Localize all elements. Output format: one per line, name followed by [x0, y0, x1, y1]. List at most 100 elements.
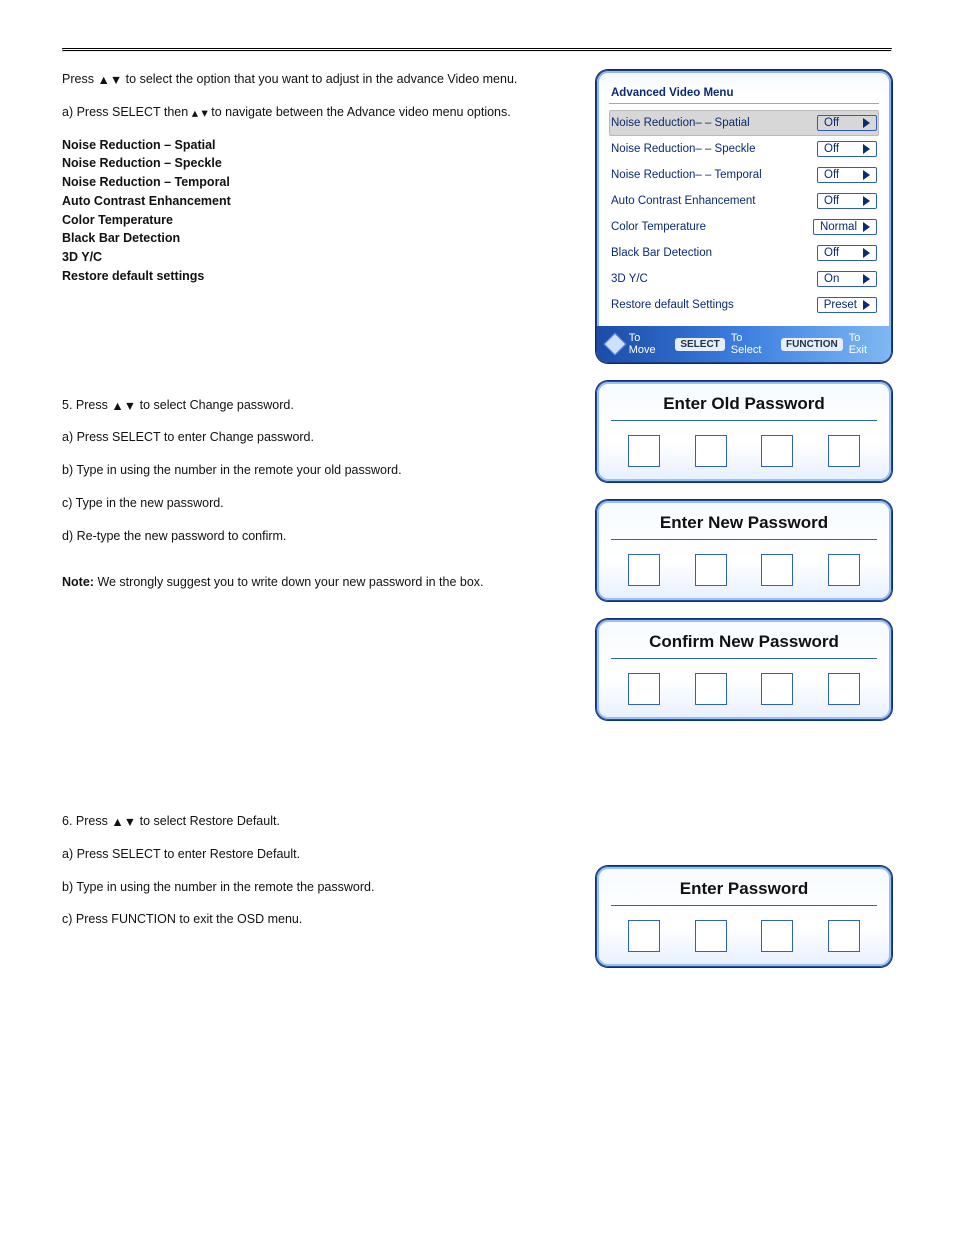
pwd-enter-title: Enter Password — [611, 877, 877, 906]
chevron-right-icon — [863, 222, 870, 232]
advanced-item: Noise Reduction – Temporal — [62, 173, 578, 192]
osd-row-label: Auto Contrast Enhancement — [611, 195, 755, 207]
block1-sub-b: to navigate between the Advance video me… — [211, 105, 511, 119]
osd-row[interactable]: Auto Contrast Enhancement Off — [609, 188, 879, 214]
osd-row-label: 3D Y/C — [611, 273, 648, 285]
osd-row-value-text: Off — [824, 143, 839, 155]
instruction-line: b) Type in using the number in the remot… — [62, 461, 578, 480]
osd-row[interactable]: Noise Reduction– – Spatial Off — [609, 110, 879, 136]
block3-press-prefix: Press — [76, 814, 111, 828]
osd-row[interactable]: Noise Reduction– – SpeckleOff — [609, 136, 879, 162]
password-digit[interactable] — [761, 673, 793, 705]
block2-step: 5. — [62, 398, 72, 412]
pwd-confirm-title: Confirm New Password — [611, 630, 877, 659]
password-digit[interactable] — [828, 920, 860, 952]
footer-exit: To Exit — [849, 332, 881, 356]
chevron-right-icon — [863, 144, 870, 154]
up-small-icon: ▴ — [192, 104, 198, 123]
chevron-right-icon — [863, 274, 870, 284]
instruction-line: c) Type in the new password. — [62, 494, 578, 513]
advanced-item: Restore default settings — [62, 267, 578, 286]
down-icon: ▼ — [124, 397, 136, 416]
password-digit[interactable] — [761, 920, 793, 952]
password-digit[interactable] — [695, 554, 727, 586]
footer-select-key: SELECT — [675, 338, 724, 351]
advanced-item: Black Bar Detection — [62, 229, 578, 248]
osd-row-value[interactable]: Normal — [813, 219, 877, 235]
osd-title: Advanced Video Menu — [609, 81, 879, 104]
instruction-line: c) Press FUNCTION to exit the OSD menu. — [62, 910, 578, 929]
block1-press-prefix: Press — [62, 72, 97, 86]
password-digit[interactable] — [828, 554, 860, 586]
advanced-video-menu-panel: Advanced Video Menu Noise Reduction– – S… — [596, 70, 892, 363]
figure-column: Advanced Video Menu Noise Reduction– – S… — [596, 70, 892, 967]
osd-list: Noise Reduction– – SpatialOffNoise Reduc… — [609, 110, 879, 318]
instruction-line: a) Press SELECT to enter Restore Default… — [62, 845, 578, 864]
osd-row[interactable]: Noise Reduction– – Temporal Off — [609, 162, 879, 188]
osd-row-value[interactable]: Off — [817, 193, 877, 209]
chevron-right-icon — [863, 196, 870, 206]
instruction-line: a) Press SELECT to enter Change password… — [62, 428, 578, 447]
osd-row[interactable]: Black Bar Detection Off — [609, 240, 879, 266]
header-divider — [62, 48, 892, 52]
osd-row-value-text: Off — [824, 247, 839, 259]
password-digit[interactable] — [628, 435, 660, 467]
osd-row-value-text: Off — [824, 117, 839, 129]
advanced-item: 3D Y/C — [62, 248, 578, 267]
osd-row-label: Noise Reduction– – Temporal — [611, 169, 762, 181]
pwd-new-boxes — [611, 540, 877, 586]
down-icon: ▼ — [124, 813, 136, 832]
password-digit[interactable] — [695, 920, 727, 952]
chevron-right-icon — [863, 170, 870, 180]
osd-row-value[interactable]: Off — [817, 245, 877, 261]
enter-old-password-panel: Enter Old Password — [596, 381, 892, 482]
password-digit[interactable] — [828, 673, 860, 705]
advanced-item: Auto Contrast Enhancement — [62, 192, 578, 211]
block3-step: 6. — [62, 814, 72, 828]
osd-row-value[interactable]: On — [817, 271, 877, 287]
osd-row-value[interactable]: Off — [817, 167, 877, 183]
password-digit[interactable] — [761, 435, 793, 467]
osd-row-value-text: Normal — [820, 221, 857, 233]
block2-press-suffix: to select Change password. — [140, 398, 294, 412]
osd-row-label: Color Temperature — [611, 221, 706, 233]
block1-press-suffix: to select the option that you want to ad… — [126, 72, 518, 86]
up-icon: ▲ — [111, 813, 123, 832]
down-small-icon: ▾ — [201, 104, 207, 123]
instruction-line: b) Type in using the number in the remot… — [62, 878, 578, 897]
osd-row-value[interactable]: Off — [817, 141, 877, 157]
block1: Press ▲▼ to select the option that you w… — [62, 70, 578, 286]
osd-row-value-text: Off — [824, 169, 839, 181]
osd-row-value[interactable]: Off — [817, 115, 877, 131]
block3: 6. Press ▲▼ to select Restore Default. a… — [62, 812, 578, 943]
advanced-item: Color Temperature — [62, 211, 578, 230]
password-digit[interactable] — [628, 920, 660, 952]
confirm-new-password-panel: Confirm New Password — [596, 619, 892, 720]
pwd-new-title: Enter New Password — [611, 511, 877, 540]
osd-row-label: Black Bar Detection — [611, 247, 712, 259]
down-icon: ▼ — [110, 71, 122, 90]
osd-row-value-text: On — [824, 273, 839, 285]
osd-row-label: Noise Reduction– – Spatial — [611, 117, 750, 129]
block2-note: Note: We strongly suggest you to write d… — [62, 573, 578, 592]
block3-press-suffix: to select Restore Default. — [140, 814, 280, 828]
password-digit[interactable] — [761, 554, 793, 586]
password-digit[interactable] — [828, 435, 860, 467]
osd-row-label: Restore default Settings — [611, 299, 734, 311]
password-digit[interactable] — [695, 435, 727, 467]
password-digit[interactable] — [628, 554, 660, 586]
chevron-right-icon — [863, 118, 870, 128]
osd-row[interactable]: 3D Y/C On — [609, 266, 879, 292]
advanced-item: Noise Reduction – Spatial — [62, 136, 578, 155]
enter-password-panel: Enter Password — [596, 866, 892, 967]
osd-row[interactable]: Color Temperature Normal — [609, 214, 879, 240]
block2: 5. Press ▲▼ to select Change password. a… — [62, 396, 578, 593]
password-digit[interactable] — [628, 673, 660, 705]
osd-row[interactable]: Restore default Settings Preset — [609, 292, 879, 318]
osd-row-value[interactable]: Preset — [817, 297, 877, 313]
up-icon: ▲ — [97, 71, 109, 90]
pwd-old-boxes — [611, 421, 877, 467]
chevron-right-icon — [863, 300, 870, 310]
note-label: Note: — [62, 575, 94, 589]
password-digit[interactable] — [695, 673, 727, 705]
